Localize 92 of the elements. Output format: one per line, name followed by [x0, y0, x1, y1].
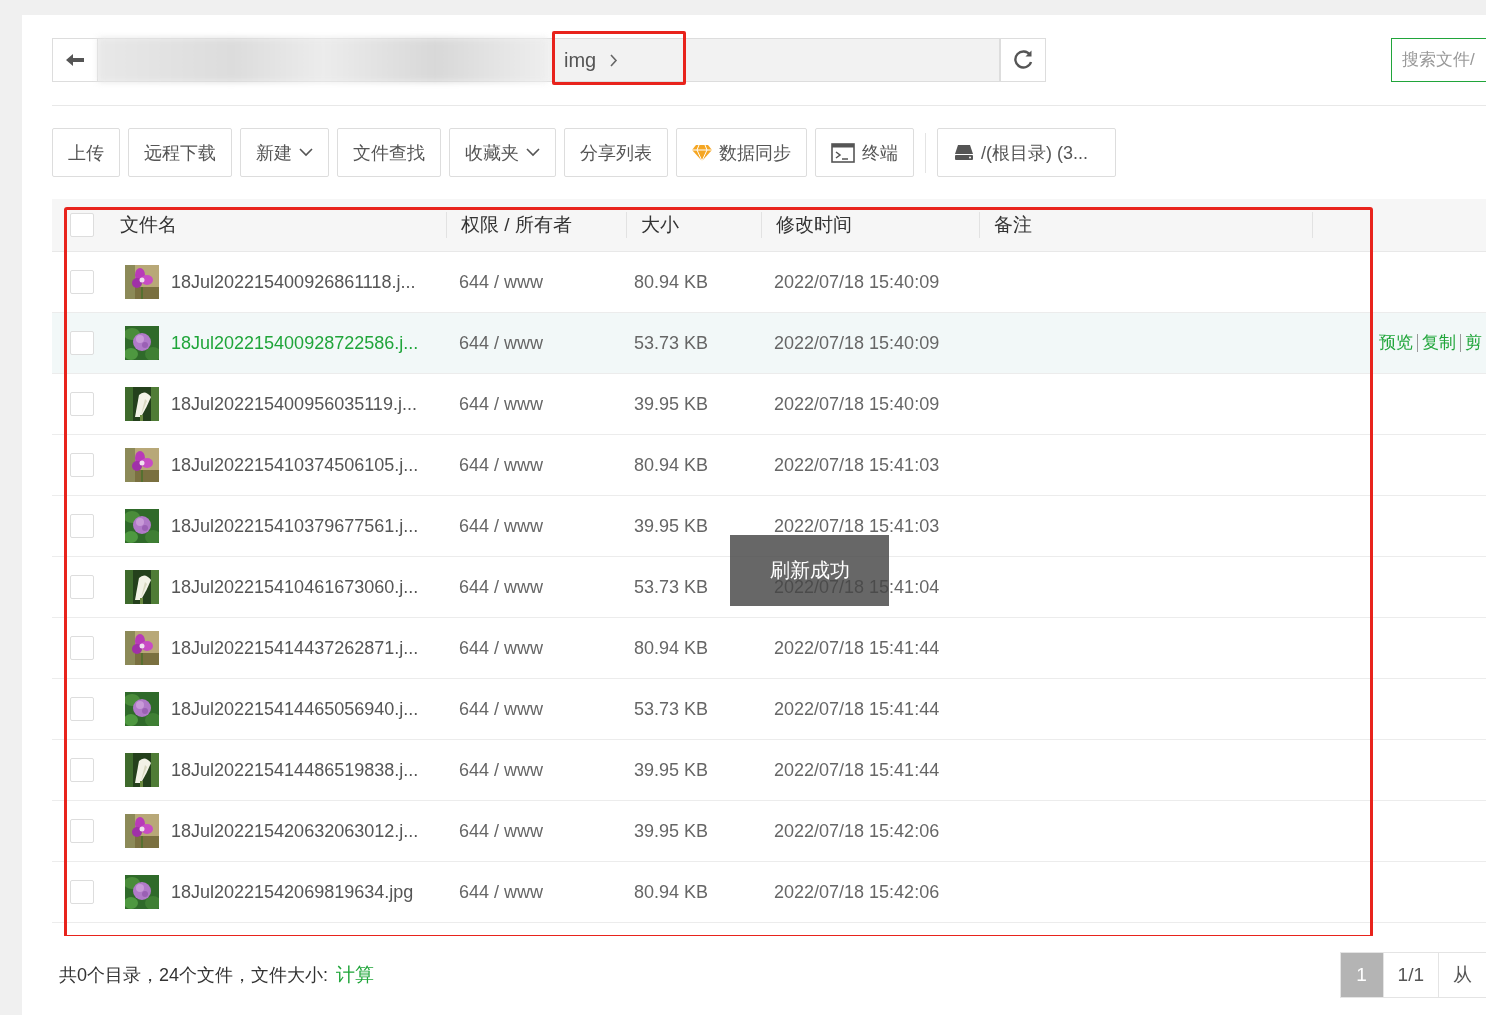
permissions-cell: 644 / www — [459, 332, 544, 353]
chevron-down-icon — [526, 148, 540, 157]
row-checkbox[interactable] — [70, 758, 94, 782]
hovered-row[interactable]: 18Jul202215400928722586.j... 644 / www 53.73 KB 2022/07/18 15:40:09 预览 复制 剪 — [52, 313, 1486, 374]
page-button[interactable]: 从 — [1438, 953, 1486, 997]
size-cell: 53.73 KB — [634, 576, 709, 597]
toolbar-button[interactable]: 新建 — [240, 128, 329, 177]
row-checkbox[interactable] — [70, 453, 94, 477]
modified-time-cell: 2022/07/18 15:42:06 — [774, 881, 940, 902]
file-name-link[interactable]: 18Jul202215410374506105.j... — [171, 454, 419, 476]
modified-time-cell: 2022/07/18 15:41:03 — [774, 454, 940, 475]
row-checkbox[interactable] — [70, 880, 94, 904]
select-all-checkbox[interactable] — [70, 213, 94, 237]
file-name-link[interactable]: 18Jul202215420632063012.j... — [171, 820, 419, 842]
row-checkbox[interactable] — [70, 636, 94, 660]
file-row[interactable]: 18Jul202215414437262871.j... 644 / www 80.94 KB 2022/07/18 15:41:44 — [52, 618, 1486, 679]
row-checkbox[interactable] — [70, 819, 94, 843]
refresh-icon — [1012, 49, 1034, 71]
toolbar-button[interactable]: 文件查找 — [337, 128, 441, 177]
size-cell: 39.95 KB — [634, 759, 709, 780]
permissions-cell: 644 / www — [459, 698, 544, 719]
chevron-right-icon — [610, 53, 619, 67]
path-crumb[interactable]: img — [554, 48, 629, 72]
column-header[interactable]: 备注 — [994, 212, 1032, 238]
row-checkbox[interactable] — [70, 270, 94, 294]
permissions-cell: 644 / www — [459, 515, 544, 536]
permissions-cell: 644 / www — [459, 820, 544, 841]
row-checkbox[interactable] — [70, 697, 94, 721]
row-checkbox[interactable] — [70, 575, 94, 599]
modified-time-cell: 2022/07/18 15:40:09 — [774, 271, 940, 292]
row-checkbox[interactable] — [70, 392, 94, 416]
file-name-link[interactable]: 18Jul202215410379677561.j... — [171, 515, 419, 537]
path-bar[interactable]: img — [98, 38, 1000, 82]
column-header[interactable]: 权限 / 所有者 — [461, 212, 572, 238]
file-name-link[interactable]: 18Jul202215400926861118.j... — [171, 271, 416, 293]
file-row[interactable]: 18Jul202215400956035119.j... 644 / www 39.95 KB 2022/07/18 15:40:09 — [52, 374, 1486, 435]
modified-time-cell: 2022/07/18 15:40:09 — [774, 393, 940, 414]
size-cell: 39.95 KB — [634, 515, 709, 536]
file-row[interactable]: 18Jul202215420632063012.j... 644 / www 39.95 KB 2022/07/18 15:42:06 — [52, 801, 1486, 862]
file-name-link[interactable]: 18Jul20221542069819634.jpg — [171, 881, 414, 903]
toolbar-button[interactable]: 上传 — [52, 128, 120, 177]
toolbar-button[interactable]: 收藏夹 — [449, 128, 556, 177]
toolbar-button[interactable]: 终端 — [815, 128, 914, 177]
permissions-cell: 644 / www — [459, 393, 544, 414]
permissions-cell: 644 / www — [459, 637, 544, 658]
permissions-cell: 644 / www — [459, 271, 544, 292]
toolbar-button[interactable]: 远程下载 — [128, 128, 232, 177]
column-header[interactable]: 修改时间 — [776, 212, 852, 238]
modified-time-cell: 2022/07/18 15:41:44 — [774, 698, 940, 719]
gem-icon — [692, 144, 712, 161]
file-row[interactable]: 18Jul202215414486519838.j... 644 / www 39.95 KB 2022/07/18 15:41:44 — [52, 740, 1486, 801]
modified-time-cell: 2022/07/18 15:41:44 — [774, 637, 940, 658]
file-row[interactable]: 18Jul202215410374506105.j... 644 / www 80.94 KB 2022/07/18 15:41:03 — [52, 435, 1486, 496]
file-summary: 共0个目录，24个文件，文件大小: — [59, 964, 329, 987]
file-name-link[interactable]: 18Jul202215414465056940.j... — [171, 698, 419, 720]
back-arrow-icon — [65, 53, 85, 67]
size-cell: 80.94 KB — [634, 454, 709, 475]
size-cell: 80.94 KB — [634, 881, 709, 902]
size-cell: 39.95 KB — [634, 393, 709, 414]
modified-time-cell: 2022/07/18 15:42:06 — [774, 820, 940, 841]
toolbar-button[interactable]: 分享列表 — [564, 128, 668, 177]
toolbar-button[interactable]: 数据同步 — [676, 128, 807, 177]
permissions-cell: 644 / www — [459, 454, 544, 475]
terminal-icon — [831, 142, 855, 163]
file-name-link[interactable]: 18Jul202215414437262871.j... — [171, 637, 419, 659]
search-field[interactable]: 搜索文件/ — [1391, 38, 1486, 82]
size-cell: 80.94 KB — [634, 271, 709, 292]
back-button[interactable] — [52, 38, 98, 82]
modified-time-cell: 2022/07/18 15:40:09 — [774, 332, 940, 353]
page-button[interactable]: 1/1 — [1382, 953, 1438, 997]
size-cell: 80.94 KB — [634, 637, 709, 658]
permissions-cell: 644 / www — [459, 881, 544, 902]
column-header[interactable]: 大小 — [641, 212, 679, 238]
modified-time-cell: 2022/07/18 15:41:44 — [774, 759, 940, 780]
row-checkbox[interactable] — [70, 331, 94, 355]
refresh-button[interactable] — [1000, 38, 1046, 82]
file-row[interactable]: 18Jul20221542069819634.jpg 644 / www 80.94 KB 2022/07/18 15:42:06 — [52, 862, 1486, 923]
file-name-link[interactable]: 18Jul202215400956035119.j... — [171, 393, 417, 415]
size-cell: 53.73 KB — [634, 698, 709, 719]
modified-time-cell: 2022/07/18 15:41:03 — [774, 515, 940, 536]
size-cell: 39.95 KB — [634, 820, 709, 841]
toolbar-button[interactable]: /(根目录) (3... — [937, 128, 1116, 177]
file-name-link[interactable]: 18Jul202215414486519838.j... — [171, 759, 419, 781]
permissions-cell: 644 / www — [459, 576, 544, 597]
size-cell: 53.73 KB — [634, 332, 709, 353]
column-header[interactable]: 文件名 — [120, 212, 177, 238]
row-checkbox[interactable] — [70, 514, 94, 538]
chevron-down-icon — [299, 148, 313, 157]
file-row[interactable]: 18Jul202215414465056940.j... 644 / www 53.73 KB 2022/07/18 15:41:44 — [52, 679, 1486, 740]
drive-icon — [954, 144, 974, 161]
permissions-cell: 644 / www — [459, 759, 544, 780]
file-name-link[interactable]: 18Jul202215410461673060.j... — [171, 576, 419, 598]
